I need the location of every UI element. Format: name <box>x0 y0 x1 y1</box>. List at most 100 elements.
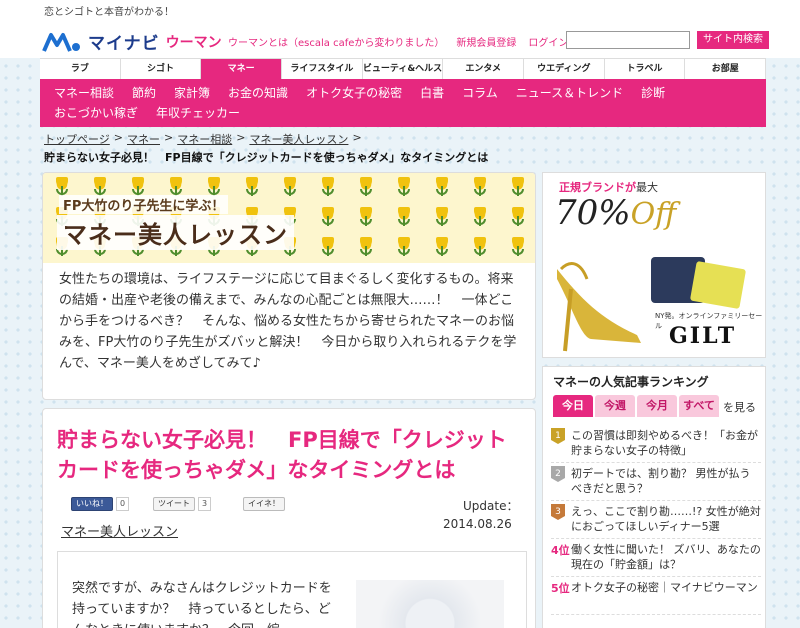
tulip-icon <box>358 237 374 259</box>
article-body: 突然ですが、みなさんはクレジットカードを持っていますか？ 持っているとしたら、ど… <box>57 551 527 628</box>
ranking-more-link[interactable]: を見る <box>723 399 756 415</box>
category-link[interactable]: マネー美人レッスン <box>61 521 178 540</box>
ranking-item-text[interactable]: えっ、ここで割り勘……!? 女性が絶対におごってほしいディナー5選 <box>571 504 761 538</box>
ranking-widget: マネーの人気記事ランキング 今日 今週 今月 すべて を見る 1 この習慣は即刻… <box>542 366 766 628</box>
tulip-icon <box>320 177 336 199</box>
site-header: マイナビ ウーマン ウーマンとは（escala cafeから変わりました） 新規… <box>0 20 800 58</box>
subnav-item[interactable]: 白書 <box>420 83 444 103</box>
tweet-button[interactable]: ツイート <box>153 497 195 511</box>
logo-sub: ウーマン <box>165 34 222 51</box>
about-link[interactable]: ウーマンとは（escala cafeから変わりました） <box>228 34 444 49</box>
breadcrumb-separator: > <box>113 131 123 144</box>
nav-room[interactable]: お部屋 <box>685 59 767 79</box>
nav-travel[interactable]: トラベル <box>604 59 686 79</box>
tulip-icon <box>358 177 374 199</box>
ad-brand: GILT <box>669 323 737 349</box>
list-item[interactable]: 3 えっ、ここで割り勘……!? 女性が絶対におごってほしいディナー5選 <box>551 501 761 539</box>
ranking-item-text[interactable]: 働く女性に聞いた！ ズバリ、あなたの現在の「貯金額」は？ <box>571 542 761 576</box>
tulip-icon <box>472 237 488 259</box>
nav-entertainment[interactable]: エンタメ <box>443 59 525 79</box>
facebook-like-button[interactable]: いいね！ <box>71 497 113 511</box>
breadcrumb-money-consult[interactable]: マネー相談 <box>177 131 232 147</box>
banner-subtitle: FP大竹のり子先生に学ぶ！ <box>59 195 229 214</box>
subnav-item[interactable]: ニュース＆トレンド <box>516 83 623 103</box>
tab-today[interactable]: 今日 <box>553 395 593 417</box>
breadcrumb-separator: > <box>164 131 174 144</box>
subnav-item[interactable]: 年収チェッカー <box>156 103 240 123</box>
subnav-item[interactable]: 節約 <box>132 83 156 103</box>
subnav-item[interactable]: オトク女子の秘密 <box>306 83 402 103</box>
ranking-item-text[interactable]: この習慣は即刻やめるべき！「お金が貯まらない女子の特徴」 <box>571 428 761 462</box>
tulip-icon <box>396 177 412 199</box>
ranking-item-text[interactable]: 初デートでは、割り勘？ 男性が払うべきだと思う？ <box>571 466 761 500</box>
article-card: 貯まらない女子必見！ FP目線で「クレジットカードを使っちゃダメ」なタイミングと… <box>42 408 536 628</box>
facebook-like-count: 0 <box>116 497 130 511</box>
article-body-text: 突然ですが、みなさんはクレジットカードを持っていますか？ 持っているとしたら、ど… <box>72 581 332 628</box>
gilt-ad-banner[interactable]: 正規ブランドが最大 70%Off NY発。オンラインファミリーセール GILT <box>542 172 766 358</box>
main-nav: ラブ シゴト マネー ライフスタイル ビューティ&ヘルス エンタメ ウエディング… <box>40 58 767 79</box>
tulip-icon <box>510 207 526 229</box>
ad-discount: 70%Off <box>555 193 676 233</box>
nav-work[interactable]: シゴト <box>120 59 202 79</box>
list-item[interactable]: 2 初デートでは、割り勘？ 男性が払うべきだと思う？ <box>551 463 761 501</box>
twitter-share[interactable]: ツイート 3 <box>153 497 212 511</box>
nav-money[interactable]: マネー <box>201 59 283 79</box>
top-bar: 恋とシゴトと本音がわかる！ <box>0 0 800 20</box>
tulip-icon <box>358 207 374 229</box>
tulip-icon <box>434 207 450 229</box>
series-description: 女性たちの環境は、ライフステージに応じて目まぐるしく変化するもの。将来の結婚・出… <box>59 272 517 371</box>
ranking-number: 5位 <box>551 582 570 595</box>
article-image <box>356 580 504 628</box>
ranking-item-text[interactable]: オトク女子の秘密｜マイナビウーマン <box>571 580 758 614</box>
tulip-icon <box>472 207 488 229</box>
login-link[interactable]: ログイン <box>528 34 568 49</box>
article-title: 貯まらない女子必見！ FP目線で「クレジットカードを使っちゃダメ」なタイミングと… <box>57 428 507 482</box>
subnav-row: マネー相談 節約 家計簿 お金の知識 オトク女子の秘密 白書 コラム ニュース＆… <box>54 83 758 103</box>
tab-all[interactable]: すべて <box>679 395 719 417</box>
series-banner: FP大竹のり子先生に学ぶ！ マネー美人レッスン 女性たちの環境は、ライフステージ… <box>42 172 536 400</box>
subnav-row: おこづかい稼ぎ 年収チェッカー <box>54 103 758 123</box>
tulip-icon <box>434 177 450 199</box>
nav-wedding[interactable]: ウエディング <box>524 59 605 79</box>
subnav-item[interactable]: お金の知識 <box>228 83 288 103</box>
list-item[interactable]: 4位 働く女性に聞いた！ ズバリ、あなたの現在の「貯金額」は？ <box>551 539 761 577</box>
list-item[interactable]: 1 この習慣は即刻やめるべき！「お金が貯まらない女子の特徴」 <box>551 425 761 463</box>
tulip-icon <box>472 177 488 199</box>
nav-lifestyle[interactable]: ライフスタイル <box>282 59 363 79</box>
subnav-item[interactable]: おこづかい稼ぎ <box>54 103 138 123</box>
breadcrumb-top[interactable]: トップページ <box>44 131 110 147</box>
bronze-crown-icon: 3 <box>551 504 565 520</box>
nav-beauty[interactable]: ビューティ&ヘルス <box>362 59 444 79</box>
subnav-item[interactable]: マネー相談 <box>54 83 114 103</box>
site-logo[interactable]: マイナビ ウーマン <box>42 29 222 54</box>
mixi-like-button[interactable]: イイネ！ <box>243 497 285 511</box>
search-input[interactable] <box>566 31 690 49</box>
tweet-count: 3 <box>198 497 212 511</box>
tulip-icon <box>434 237 450 259</box>
facebook-like[interactable]: いいね！ 0 <box>71 497 130 511</box>
tab-month[interactable]: 今月 <box>637 395 677 417</box>
bag-icon <box>689 260 747 310</box>
breadcrumb-lesson[interactable]: マネー美人レッスン <box>249 131 348 147</box>
list-item[interactable]: 5位 オトク女子の秘密｜マイナビウーマン <box>551 577 761 615</box>
ranking-title: マネーの人気記事ランキング <box>553 375 709 389</box>
ranking-number: 4位 <box>551 544 570 557</box>
breadcrumb-separator: > <box>236 131 246 144</box>
tulip-banner-image: FP大竹のり子先生に学ぶ！ マネー美人レッスン <box>43 173 535 263</box>
ranking-list: 1 この習慣は即刻やめるべき！「お金が貯まらない女子の特徴」 2 初デートでは、… <box>551 425 761 615</box>
mynavi-logo-icon <box>42 32 80 52</box>
breadcrumb-money[interactable]: マネー <box>127 131 160 147</box>
tulip-icon <box>282 177 298 199</box>
subnav-item[interactable]: 診断 <box>641 83 665 103</box>
search-button[interactable]: サイト内検索 <box>697 31 769 49</box>
tulip-icon <box>510 237 526 259</box>
subnav-item[interactable]: 家計簿 <box>174 83 210 103</box>
tab-week[interactable]: 今週 <box>595 395 635 417</box>
logo-text: マイナビ <box>88 34 160 54</box>
mixi-share[interactable]: イイネ！ <box>243 497 285 511</box>
register-link[interactable]: 新規会員登録 <box>456 34 516 49</box>
site-tagline: 恋とシゴトと本音がわかる！ <box>44 7 174 18</box>
subnav-item[interactable]: コラム <box>462 83 498 103</box>
money-subnav: マネー相談 節約 家計簿 お金の知識 オトク女子の秘密 白書 コラム ニュース＆… <box>40 79 766 127</box>
nav-love[interactable]: ラブ <box>40 59 121 79</box>
